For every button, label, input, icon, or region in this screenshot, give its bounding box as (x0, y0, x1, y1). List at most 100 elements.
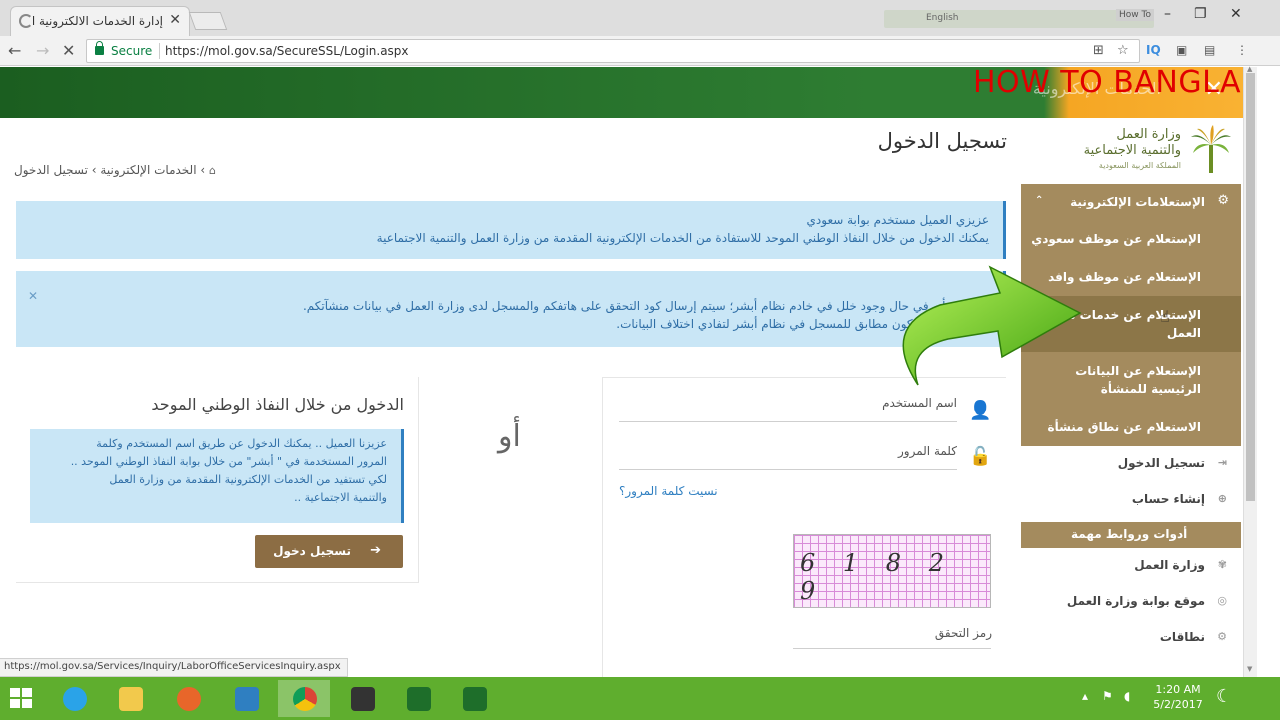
status-bar-url: https://mol.gov.sa/Services/Inquiry/Labo… (0, 658, 348, 677)
national-login-label: تسجيل دخول (273, 544, 351, 558)
national-access-title: الدخول من خلال النفاذ الوطني الموحد (151, 395, 404, 414)
window-close-icon[interactable]: ✕ (1230, 6, 1242, 22)
tool-link-portal[interactable]: ◎ موقع بوابة وزارة العمل (1021, 584, 1241, 620)
breadcrumb-separator: › (91, 163, 97, 177)
user-icon: 👤 (969, 400, 992, 421)
browser-tab[interactable]: إدارة الخدمات الالكترونية ا ✕ (10, 6, 190, 36)
sidebar-link-login[interactable]: ⇥ تسجيل الدخول (1021, 446, 1241, 482)
national-access-info: عزيزنا العميل .. يمكنك الدخول عن طريق اس… (30, 429, 404, 523)
username-field[interactable]: اسم المستخدم (619, 390, 957, 422)
menu-dots-icon[interactable]: ⋮ (1236, 43, 1248, 57)
plus-circle-icon: ⊕ (1217, 492, 1227, 505)
volume-icon[interactable]: ◖ (1124, 689, 1130, 703)
taskbar-explorer[interactable] (104, 680, 156, 717)
forgot-password-link[interactable]: نسيت كلمة المرور؟ (619, 484, 718, 498)
watermark: HOW TO BANGLA (972, 67, 1241, 100)
tool-link-nitaqat[interactable]: ⚙ نطاقات (1021, 620, 1241, 656)
system-clock[interactable]: 1:20 AM 5/2/2017 (1150, 682, 1206, 712)
username-label: اسم المستخدم (882, 396, 957, 410)
login-form: اسم المستخدم 👤 كلمة المرور 🔓 نسيت كلمة ا… (602, 377, 1006, 677)
verification-input[interactable] (793, 648, 991, 649)
tool-link-ministry[interactable]: ✾ وزارة العمل (1021, 548, 1241, 584)
captcha-text: 6 1 8 2 9 (800, 549, 954, 605)
sign-in-icon: ⇥ (1217, 456, 1227, 469)
sidebar-item-establishment-data[interactable]: الإستعلام عن البيانات الرئيسية للمنشأة (1021, 352, 1241, 408)
camtasia-recorder-icon (463, 687, 487, 711)
tool-link-label: موقع بوابة وزارة العمل (1066, 594, 1205, 608)
clock-date: 5/2/2017 (1153, 698, 1203, 711)
page-viewport: الخدمات الإلكترونية ✕ HOW TO BANGLA وزار… (0, 67, 1243, 677)
alert-close-icon[interactable]: ✕ (28, 287, 38, 305)
tools-header: أدوات وروابط مهمة (1021, 522, 1241, 548)
page-scrollbar[interactable]: ▲ ▼ (1243, 65, 1257, 677)
sidebar-item-expat-employee[interactable]: الإستعلام عن موظف وافد (1021, 258, 1241, 296)
browser-titlebar: إدارة الخدمات الالكترونية ا ✕ English Ho… (0, 0, 1280, 36)
stop-icon[interactable]: ✕ (62, 41, 75, 60)
sidebar-link-register[interactable]: ⊕ إنشاء حساب (1021, 482, 1241, 518)
taskbar-ie[interactable] (48, 680, 100, 717)
scroll-up-icon[interactable]: ▲ (1247, 65, 1252, 73)
camtasia-icon (407, 687, 431, 711)
lock-icon (95, 41, 104, 55)
browser-toolbar: ← → ✕ Secure https://mol.gov.sa/SecureSS… (0, 36, 1280, 66)
tab-title: إدارة الخدمات الالكترونية ا (31, 14, 163, 28)
forward-icon[interactable]: → (36, 41, 49, 60)
back-icon[interactable]: ← (8, 41, 21, 60)
overlay-howto-label: How To (1116, 9, 1154, 21)
address-bar[interactable]: Secure https://mol.gov.sa/SecureSSL/Logi… (86, 39, 1140, 63)
extension-icon[interactable]: ▣ (1176, 43, 1187, 57)
breadcrumb-section[interactable]: الخدمات الإلكترونية (100, 163, 196, 177)
tray-chevron-icon[interactable]: ▴ (1082, 689, 1088, 703)
restore-icon[interactable]: ❐ (1194, 6, 1207, 22)
breadcrumb-current: تسجيل الدخول (14, 163, 88, 177)
screen-capture-icon (235, 687, 259, 711)
chevron-up-icon[interactable]: ⌃ (1035, 195, 1043, 206)
captcha-image: 6 1 8 2 9 (793, 534, 991, 608)
taskbar-chrome[interactable] (278, 680, 330, 717)
verification-label: رمز التحقق (934, 626, 992, 640)
internet-explorer-icon (63, 687, 87, 711)
inquiries-header[interactable]: ⚙ الإستعلامات الإلكترونية ⌃ (1021, 184, 1241, 220)
home-icon[interactable]: ⌂ (209, 164, 216, 177)
overlay-language: English (926, 13, 959, 23)
firefox-icon (177, 687, 201, 711)
taskbar-camtasia[interactable] (392, 680, 444, 717)
extension-2-icon[interactable]: ▤ (1204, 43, 1215, 57)
tab-close-icon[interactable]: ✕ (169, 12, 181, 28)
taskbar-camtasia-2[interactable] (448, 680, 500, 717)
sidebar-item-saudi-employee[interactable]: الإستعلام عن موظف سعودي (1021, 220, 1241, 258)
tool-link-label: وزارة العمل (1134, 558, 1205, 572)
taskbar-firefox[interactable] (162, 680, 214, 717)
palm-logo-icon (1191, 125, 1231, 173)
translate-icon[interactable]: ⊞ (1093, 43, 1104, 58)
cogs-icon: ⚙ (1217, 193, 1229, 208)
taskbar-app-6[interactable] (336, 680, 388, 717)
flag-icon[interactable]: ⚑ (1102, 689, 1113, 703)
new-tab-button[interactable] (188, 12, 228, 30)
taskbar-screen-tool[interactable] (220, 680, 272, 717)
iq-extension-icon[interactable]: IQ (1146, 43, 1161, 57)
sidebar-item-nitaq[interactable]: الاستعلام عن نطاق منشأة (1021, 408, 1241, 446)
national-login-button[interactable]: ➔ تسجيل دخول (255, 535, 403, 568)
tools-title: أدوات وروابط مهمة (1071, 527, 1188, 541)
notification-icon[interactable]: ☾ (1216, 686, 1232, 707)
unlock-icon: 🔓 (969, 446, 992, 467)
scroll-thumb[interactable] (1246, 73, 1255, 501)
or-separator: أو (498, 419, 521, 454)
national-info-line-1: عزيزنا العميل .. يمكنك الدخول عن طريق اس… (96, 437, 387, 450)
sidebar-item-labor-office[interactable]: الإستعلام عن خدمات مكتب العمل (1021, 296, 1241, 352)
welcome-line-2: يمكنك الدخول من خلال النفاذ الوطني الموح… (376, 231, 989, 245)
windows-start-icon[interactable] (10, 688, 34, 710)
logo-line-1: وزارة العمل (1116, 127, 1181, 142)
scroll-down-icon[interactable]: ▼ (1247, 665, 1252, 673)
gear-icon: ⚙ (1217, 630, 1227, 643)
password-field[interactable]: كلمة المرور (619, 438, 957, 470)
ministry-logo[interactable]: وزارة العمل والتنمية الاجتماعية المملكة … (1018, 125, 1233, 185)
mouse-cursor-icon: ☝ (1160, 307, 1170, 326)
url-text[interactable]: https://mol.gov.sa/SecureSSL/Login.aspx (165, 44, 409, 58)
logo-line-3: المملكة العربية السعودية (1098, 161, 1181, 170)
inquiries-title: الإستعلامات الإلكترونية (1070, 195, 1205, 209)
bookmark-star-icon[interactable]: ☆ (1117, 43, 1129, 58)
national-info-line-3: لكي تستفيد من الخدمات الإلكترونية المقدم… (109, 473, 387, 486)
minimize-icon[interactable]: – (1164, 6, 1171, 22)
